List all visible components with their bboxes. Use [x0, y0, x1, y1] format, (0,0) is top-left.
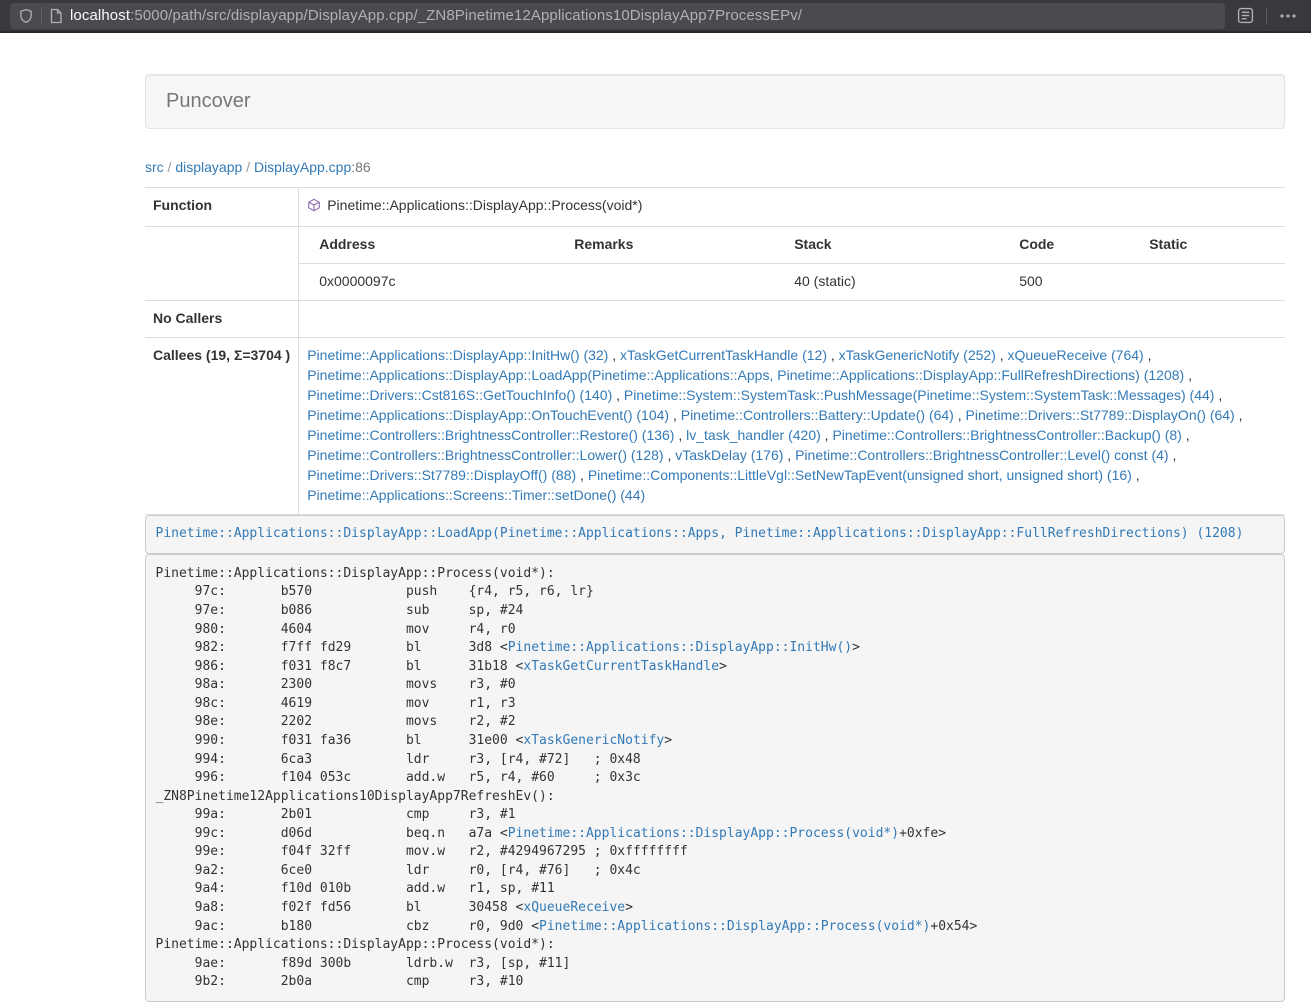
- callee-link[interactable]: vTaskDelay (176): [675, 447, 783, 463]
- callee-link[interactable]: lv_task_handler (420): [686, 427, 821, 443]
- callee-link[interactable]: Pinetime::Applications::Screens::Timer::…: [307, 487, 645, 503]
- shield-icon[interactable]: [18, 8, 34, 24]
- symbol-link[interactable]: Pinetime::Applications::DisplayApp::Init…: [508, 640, 852, 655]
- callee-link[interactable]: Pinetime::Drivers::St7789::DisplayOn() (…: [966, 407, 1235, 423]
- breadcrumb-separator: /: [164, 159, 176, 175]
- callee-link[interactable]: Pinetime::System::SystemTask::PushMessag…: [624, 387, 1215, 403]
- function-name: Pinetime::Applications::DisplayApp::Proc…: [327, 197, 642, 213]
- url-host: localhost: [70, 7, 130, 24]
- callee-link[interactable]: Pinetime::Components::LittleVgl::SetNewT…: [588, 467, 1132, 483]
- callee-link[interactable]: Pinetime::Controllers::BrightnessControl…: [307, 427, 674, 443]
- callee-link[interactable]: Pinetime::Drivers::Cst816S::GetTouchInfo…: [307, 387, 612, 403]
- reader-mode-icon[interactable]: [1233, 3, 1258, 28]
- breadcrumb-line-number: :86: [351, 159, 370, 175]
- package-icon: [307, 198, 321, 218]
- stats-value-remarks: [554, 263, 774, 299]
- no-callers-row: No Callers: [145, 300, 1285, 337]
- stats-value-stack: 40 (static): [774, 263, 999, 299]
- symbol-link[interactable]: Pinetime::Applications::DisplayApp::Proc…: [508, 826, 899, 841]
- toolbar-divider: [1266, 7, 1267, 25]
- callees-row: Callees (19, Σ=3704 ) Pinetime::Applicat…: [145, 337, 1285, 514]
- stats-col-code: Code: [999, 227, 1129, 263]
- breadcrumb-separator: /: [242, 159, 254, 175]
- callee-link[interactable]: Pinetime::Applications::DisplayApp::Load…: [307, 367, 1184, 383]
- stats-value-address: 0x0000097c: [299, 263, 554, 299]
- loadapp-highlight: Pinetime::Applications::DisplayApp::Load…: [145, 515, 1285, 555]
- callee-link[interactable]: Pinetime::Controllers::BrightnessControl…: [832, 427, 1181, 443]
- page-icon[interactable]: [49, 8, 63, 24]
- browser-toolbar: localhost:5000/path/src/displayapp/Displ…: [0, 0, 1311, 33]
- stats-table: AddressRemarksStackCodeStatic 0x0000097c…: [299, 227, 1285, 300]
- callee-link[interactable]: Pinetime::Drivers::St7789::DisplayOff() …: [307, 467, 576, 483]
- disassembly: Pinetime::Applications::DisplayApp::Proc…: [145, 554, 1285, 1002]
- stats-col-static: Static: [1129, 227, 1285, 263]
- stats-col-remarks: Remarks: [554, 227, 774, 263]
- callee-link[interactable]: xTaskGetCurrentTaskHandle (12): [620, 347, 827, 363]
- breadcrumb-link-src[interactable]: src: [145, 159, 164, 175]
- stats-col-stack: Stack: [774, 227, 999, 263]
- page-title: Puncover: [166, 90, 251, 112]
- breadcrumb-link-DisplayApp.cpp[interactable]: DisplayApp.cpp: [254, 159, 351, 175]
- stats-row: AddressRemarksStackCodeStatic 0x0000097c…: [145, 226, 1285, 300]
- stats-empty-label-cell: [145, 226, 299, 300]
- symbol-link[interactable]: xTaskGetCurrentTaskHandle: [523, 659, 719, 674]
- stats-value-code: 500: [999, 263, 1129, 299]
- stats-value-static: [1129, 263, 1285, 299]
- function-label: Function: [145, 188, 299, 227]
- page-title-box: Puncover: [145, 74, 1285, 129]
- symbol-link[interactable]: xTaskGenericNotify: [523, 733, 664, 748]
- breadcrumb: src / displayapp / DisplayApp.cpp:86: [145, 159, 1285, 175]
- breadcrumb-link-displayapp[interactable]: displayapp: [175, 159, 242, 175]
- callee-link[interactable]: Pinetime::Controllers::BrightnessControl…: [307, 447, 663, 463]
- overflow-menu-icon[interactable]: [1275, 4, 1301, 28]
- function-cell: Pinetime::Applications::DisplayApp::Proc…: [299, 188, 1285, 227]
- url-text[interactable]: localhost:5000/path/src/displayapp/Displ…: [70, 7, 802, 24]
- callee-link[interactable]: xQueueReceive (764): [1008, 347, 1144, 363]
- page-content: Puncover src / displayapp / DisplayApp.c…: [145, 74, 1285, 1002]
- stats-value-row: 0x0000097c 40 (static)500: [299, 263, 1285, 299]
- callee-link[interactable]: xTaskGenericNotify (252): [839, 347, 996, 363]
- callee-link[interactable]: Pinetime::Applications::DisplayApp::Init…: [307, 347, 608, 363]
- stats-header-row: AddressRemarksStackCodeStatic: [299, 227, 1285, 263]
- identity-divider: [41, 7, 42, 24]
- callees-list: Pinetime::Applications::DisplayApp::Init…: [299, 337, 1285, 514]
- highlight-symbol-link[interactable]: Pinetime::Applications::DisplayApp::Load…: [156, 526, 1244, 541]
- callee-link[interactable]: Pinetime::Controllers::Battery::Update()…: [681, 407, 954, 423]
- function-row: Function Pinetime::Applications::Display…: [145, 188, 1285, 227]
- no-callers-label: No Callers: [145, 300, 299, 337]
- url-path: :5000/path/src/displayapp/DisplayApp.cpp…: [130, 7, 802, 24]
- no-callers-cell: [299, 300, 1285, 337]
- callees-label: Callees (19, Σ=3704 ): [145, 337, 299, 514]
- stats-col-address: Address: [299, 227, 554, 263]
- url-bar[interactable]: localhost:5000/path/src/displayapp/Displ…: [10, 3, 1225, 29]
- stats-cell: AddressRemarksStackCodeStatic 0x0000097c…: [299, 226, 1285, 300]
- function-table: Function Pinetime::Applications::Display…: [145, 187, 1285, 515]
- callee-link[interactable]: Pinetime::Applications::DisplayApp::OnTo…: [307, 407, 669, 423]
- symbol-link[interactable]: Pinetime::Applications::DisplayApp::Proc…: [539, 919, 930, 934]
- symbol-link[interactable]: xQueueReceive: [523, 900, 625, 915]
- callee-link[interactable]: Pinetime::Controllers::BrightnessControl…: [795, 447, 1168, 463]
